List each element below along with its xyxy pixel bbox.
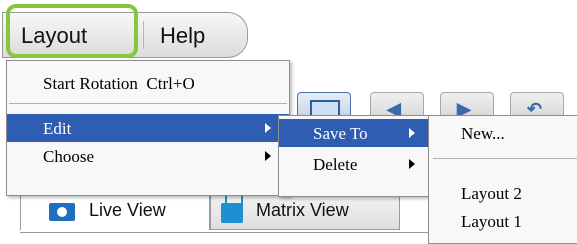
save-to-submenu: New... Layout 2 Layout 1 xyxy=(428,115,577,244)
menu-item-save-to[interactable]: Save To xyxy=(279,119,429,147)
submenu-arrow-icon xyxy=(409,128,415,138)
menu-item-new[interactable]: New... xyxy=(429,119,577,147)
camera-icon xyxy=(49,203,75,221)
highlight-box xyxy=(6,4,138,58)
menu-help[interactable]: Help xyxy=(160,23,205,49)
menu-divider xyxy=(143,21,144,49)
menu-item-layout-1[interactable]: Layout 1 xyxy=(429,207,577,235)
layout-2-label: Layout 2 xyxy=(461,184,522,203)
edit-label: Edit xyxy=(43,119,72,138)
tab-live-view[interactable]: Live View xyxy=(20,190,210,230)
tv-icon xyxy=(221,203,243,223)
tab-matrix-view-label: Matrix View xyxy=(256,200,349,220)
tab-live-view-label: Live View xyxy=(89,200,166,220)
menu-separator xyxy=(433,158,577,159)
layout-menu: Start Rotation Ctrl+O Edit Choose xyxy=(6,60,290,196)
choose-label: Choose xyxy=(43,147,94,166)
save-to-label: Save To xyxy=(313,124,368,143)
menu-item-delete[interactable]: Delete xyxy=(279,150,429,178)
submenu-arrow-icon xyxy=(265,151,271,161)
menu-item-layout-2[interactable]: Layout 2 xyxy=(429,179,577,207)
menu-separator xyxy=(9,103,287,104)
new-label: New... xyxy=(461,124,505,143)
menu-item-choose[interactable]: Choose xyxy=(7,142,289,170)
menu-item-start-rotation[interactable]: Start Rotation Ctrl+O xyxy=(7,69,289,97)
submenu-arrow-icon xyxy=(409,159,415,169)
edit-submenu: Save To Delete xyxy=(278,115,430,197)
start-rotation-label: Start Rotation Ctrl+O xyxy=(43,74,195,93)
menu-item-edit[interactable]: Edit xyxy=(7,114,289,142)
submenu-arrow-icon xyxy=(265,123,271,133)
delete-label: Delete xyxy=(313,155,358,174)
layout-1-label: Layout 1 xyxy=(461,212,522,231)
